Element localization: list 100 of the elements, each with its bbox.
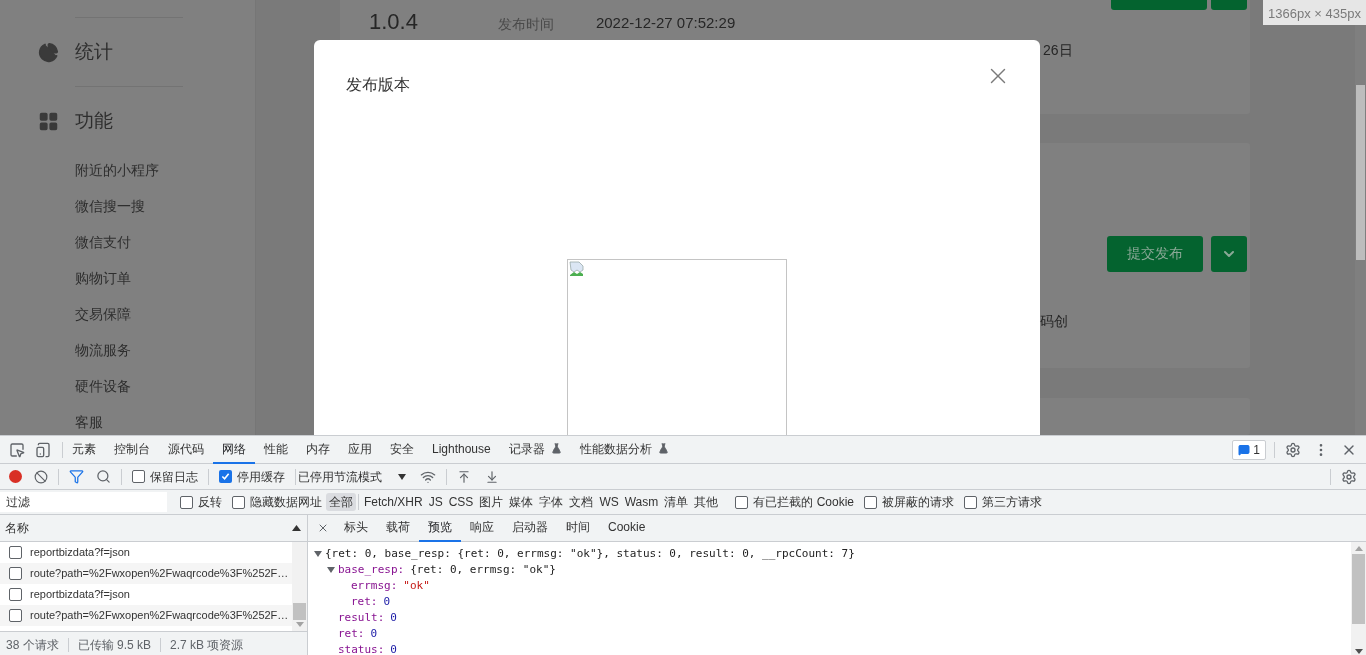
throttling-dropdown[interactable]: 已停用节流模式 [298, 467, 406, 486]
json-preview: {ret: 0, errmsg: "ok"} [410, 562, 556, 578]
download-icon[interactable] [485, 469, 499, 484]
resource-type-filter[interactable]: 图片 [476, 493, 507, 511]
devtools-tab[interactable]: 安全 [381, 435, 423, 464]
resource-type-filter[interactable]: WS [596, 493, 622, 511]
devtools-tab[interactable]: 元素 [63, 435, 105, 464]
resource-type-filter[interactable]: JS [425, 493, 446, 511]
upload-icon[interactable] [457, 469, 471, 484]
devtools-tab[interactable]: 性能数据分析 [570, 435, 678, 464]
status-text: 已传输 9.5 kB [77, 637, 152, 654]
checkbox-label: 反转 [198, 494, 222, 511]
search-icon[interactable] [96, 469, 111, 484]
json-key: status: [338, 642, 385, 655]
expand-triangle-icon[interactable] [327, 566, 335, 574]
detail-tab[interactable]: Cookie [599, 514, 655, 542]
sidebar-item[interactable]: 交易保障 [75, 296, 255, 332]
checkbox[interactable] [864, 495, 877, 509]
close-icon[interactable] [317, 522, 329, 534]
sidebar-section-title[interactable]: 功能 [75, 106, 113, 136]
sidebar-item[interactable]: 客服 [75, 404, 255, 435]
sidebar-item[interactable]: 物流服务 [75, 332, 255, 368]
detail-tab[interactable]: 启动器 [503, 514, 557, 542]
resource-type-filter[interactable]: 文档 [566, 493, 597, 511]
record-button[interactable] [9, 470, 22, 483]
status-text: 2.7 kB 项资源 [170, 637, 244, 654]
message-icon [1238, 443, 1251, 456]
request-name: route?path=%2Fwxopen%2Fwaqrcode%3F%252F… [30, 566, 289, 582]
devtools-tab[interactable]: 性能 [255, 435, 297, 464]
column-header[interactable]: 名称 [5, 519, 29, 537]
checkbox[interactable] [9, 609, 22, 622]
scrollbar-thumb[interactable] [293, 603, 306, 620]
sidebar-item[interactable]: 附近的小程序 [75, 152, 255, 188]
resource-type-filter[interactable]: Wasm [621, 493, 662, 511]
device-toggle-icon[interactable] [35, 441, 51, 458]
checkbox-label: 被屏蔽的请求 [882, 494, 954, 511]
resource-type-filter[interactable]: 全部 [326, 493, 356, 511]
resource-type-filter[interactable]: Fetch/XHR [361, 493, 426, 511]
settings-icon[interactable] [1341, 468, 1357, 485]
viewport-size-label: 1366px × 435px [1263, 0, 1366, 25]
expand-triangle-icon[interactable] [314, 550, 322, 558]
checkbox[interactable] [9, 567, 22, 580]
sidebar-item[interactable]: 硬件设备 [75, 368, 255, 404]
checkbox-label: 停用缓存 [237, 468, 285, 486]
devtools-tab[interactable]: 应用 [339, 435, 381, 464]
dialog-title: 发布版本 [346, 75, 410, 95]
issues-badge[interactable]: 1 [1232, 439, 1266, 460]
json-key: result: [338, 610, 385, 626]
sidebar-item[interactable]: 微信支付 [75, 224, 255, 260]
resource-type-filter[interactable]: 字体 [536, 493, 567, 511]
checkbox[interactable] [9, 546, 22, 559]
flask-icon [550, 443, 562, 454]
devtools-tab[interactable]: 网络 [213, 435, 255, 464]
scrollbar-thumb[interactable] [1352, 554, 1365, 624]
checkbox-label: 第三方请求 [982, 494, 1042, 511]
request-name: reportbizdata?f=json [30, 545, 130, 561]
request-row[interactable]: route?path=%2Fwxopen%2Fwaqrcode%3F%252F… [0, 563, 292, 584]
filter-icon[interactable] [69, 469, 84, 484]
json-value: "ok" [403, 578, 430, 594]
scroll-down-icon[interactable] [1354, 649, 1363, 654]
devtools-tab[interactable]: 记录器 [499, 435, 571, 464]
request-row[interactable]: route?path=%2Fwxopen%2Fwaqrcode%3F%252F… [0, 605, 292, 626]
flask-icon [657, 443, 669, 454]
detail-tab[interactable]: 响应 [461, 514, 503, 542]
sidebar-item[interactable]: 购物订单 [75, 260, 255, 296]
sidebar-section-title[interactable]: 统计 [75, 37, 113, 67]
checkbox[interactable] [232, 495, 245, 509]
detail-tab[interactable]: 标头 [335, 514, 377, 542]
description-text: 码创 [1040, 311, 1069, 331]
sidebar-item[interactable]: 微信搜一搜 [75, 188, 255, 224]
clear-icon[interactable] [34, 469, 48, 484]
resource-type-filter[interactable]: 清单 [661, 493, 692, 511]
devtools-tab[interactable]: Lighthouse [423, 435, 500, 464]
status-text: 38 个请求 [6, 637, 59, 654]
detail-tab[interactable]: 载荷 [377, 514, 419, 542]
checkbox[interactable] [180, 495, 193, 509]
filter-field[interactable]: 过滤 [0, 492, 167, 512]
resource-type-filter[interactable]: 媒体 [506, 493, 537, 511]
json-key: ret: [351, 594, 378, 610]
json-value: 0 [390, 610, 397, 626]
devtools-tab[interactable]: 控制台 [105, 435, 159, 464]
json-value: 0 [390, 642, 397, 655]
checkbox[interactable] [964, 495, 977, 509]
date-text: 26日 [1043, 41, 1074, 60]
checkbox[interactable] [9, 588, 22, 601]
resource-type-filter[interactable]: CSS [445, 493, 477, 511]
checkbox[interactable] [132, 470, 145, 483]
checkbox[interactable] [219, 470, 232, 483]
scrollbar-thumb[interactable] [1356, 85, 1365, 260]
checkbox[interactable] [735, 495, 749, 509]
settings-icon[interactable] [1285, 441, 1301, 458]
request-name: route?path=%2Fwxopen%2Fwaqrcode%3F%252F… [30, 608, 289, 624]
devtools-tab[interactable]: 源代码 [159, 435, 213, 464]
devtools-tab[interactable]: 内存 [297, 435, 339, 464]
resource-type-filter[interactable]: 其他 [691, 493, 722, 511]
detail-tab[interactable]: 时间 [557, 514, 599, 542]
json-value: 0 [370, 626, 378, 642]
inspect-icon[interactable] [9, 441, 25, 458]
sort-ascending-icon[interactable] [292, 525, 301, 531]
checkbox-label: 保留日志 [150, 468, 198, 486]
